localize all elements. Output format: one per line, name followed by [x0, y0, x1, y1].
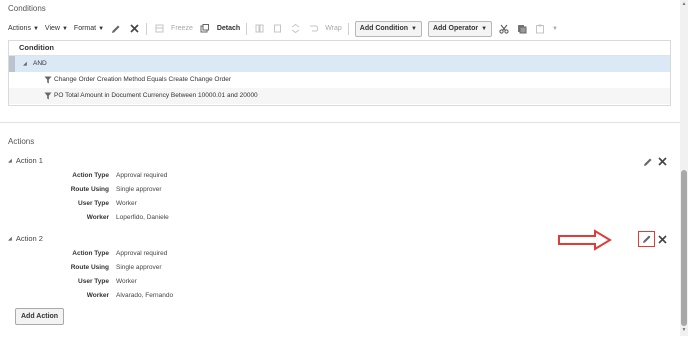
copy-icon[interactable] [516, 23, 528, 35]
close-icon[interactable] [657, 156, 668, 167]
caret-down-icon: ▼ [98, 25, 105, 32]
view-menu-label: View [44, 25, 60, 32]
action-type-value: Approval required [116, 250, 168, 257]
collapse-triangle-icon[interactable]: ◢ [23, 56, 27, 72]
table-row-and-operator[interactable]: ◢ AND [9, 56, 670, 72]
format-menu-label: Format [73, 25, 97, 32]
close-icon[interactable] [657, 234, 668, 245]
route-using-value: Single approver [116, 186, 162, 193]
route-using-label: Route Using [70, 186, 109, 193]
and-operator-label: AND [33, 60, 47, 67]
filter-icon [44, 92, 52, 100]
add-operator-label: Add Operator [432, 25, 479, 32]
table-row[interactable]: Change Order Creation Method Equals Crea… [9, 72, 670, 88]
action-1-header[interactable]: ◢ Action 1 [8, 156, 43, 165]
action-name: Action 1 [15, 156, 43, 165]
actions-menu-label: Actions [8, 25, 31, 32]
filter-icon [44, 76, 52, 84]
toolbar-divider [347, 22, 349, 35]
red-arrow-icon [558, 229, 612, 251]
wrap-icon [307, 23, 319, 35]
collapse-triangle-icon: ◢ [8, 157, 12, 164]
user-type-label: User Type [78, 200, 109, 207]
action-name: Action 2 [15, 234, 43, 243]
add-condition-label: Add Condition [359, 25, 409, 32]
route-using-label: Route Using [70, 264, 109, 271]
condition-text: PO Total Amount in Document Currency Bet… [54, 92, 258, 99]
add-condition-button[interactable]: Add Condition ▼ [354, 20, 422, 37]
pencil-icon[interactable] [110, 23, 122, 35]
caret-down-icon: ▼ [411, 25, 417, 32]
freeze-icon [153, 23, 165, 35]
detach-button[interactable]: Detach [217, 25, 240, 32]
section-divider [0, 122, 680, 123]
close-icon[interactable] [128, 23, 140, 35]
actions-menu[interactable]: Actions ▼ [8, 25, 39, 32]
expand-all-icon [289, 23, 301, 35]
caret-down-icon: ▼ [61, 25, 68, 32]
route-using-value: Single approver [116, 264, 162, 271]
caret-down-icon: ▼ [32, 25, 39, 32]
cut-icon[interactable] [498, 23, 510, 35]
paste-icon[interactable] [534, 23, 546, 35]
toolbar-divider [146, 22, 148, 35]
scroll-down-arrow-icon[interactable]: ▼ [681, 327, 687, 333]
pencil-icon[interactable] [642, 156, 653, 167]
view-menu[interactable]: View ▼ [45, 25, 68, 32]
page-footer-area [0, 336, 688, 363]
user-type-value: Worker [116, 278, 137, 285]
column-unfreeze-icon [271, 23, 283, 35]
freeze-button[interactable]: Freeze [171, 25, 193, 32]
collapse-triangle-icon: ◢ [8, 235, 12, 242]
conditions-toolbar: Actions ▼ View ▼ Format ▼ Freeze Detach [8, 20, 558, 37]
worker-label: Worker [86, 292, 109, 299]
row-selection-marker [9, 56, 15, 72]
rule-editor-page: Conditions Actions ▼ View ▼ Format ▼ Fre… [0, 0, 688, 363]
scroll-up-arrow-icon[interactable]: ▲ [681, 1, 687, 7]
add-action-button[interactable]: Add Action [15, 308, 65, 325]
action-2-header[interactable]: ◢ Action 2 [8, 234, 43, 243]
conditions-table: Condition ◢ AND Change Order Creation Me… [8, 40, 671, 106]
worker-value: Alvarado, Fernando [116, 292, 174, 299]
format-menu[interactable]: Format ▼ [74, 25, 104, 32]
table-row[interactable]: PO Total Amount in Document Currency Bet… [9, 88, 670, 104]
wrap-button[interactable]: Wrap [325, 25, 342, 32]
condition-column-header: Condition [9, 41, 670, 56]
action-type-label: Action Type [72, 172, 109, 179]
scrollbar-thumb[interactable] [681, 170, 687, 326]
paste-caret-down-icon[interactable]: ▼ [552, 26, 558, 32]
user-type-value: Worker [116, 200, 137, 207]
pencil-icon[interactable] [641, 233, 652, 244]
user-type-label: User Type [78, 278, 109, 285]
condition-text: Change Order Creation Method Equals Crea… [54, 76, 232, 83]
conditions-title: Conditions [8, 4, 46, 13]
caret-down-icon: ▼ [481, 25, 488, 32]
add-operator-button[interactable]: Add Operator ▼ [427, 20, 493, 37]
column-freeze-icon [253, 23, 265, 35]
actions-title: Actions [8, 137, 35, 146]
worker-value: Loperfido, Daniele [116, 214, 169, 221]
action-type-label: Action Type [72, 250, 109, 257]
worker-label: Worker [86, 214, 109, 221]
action-type-value: Approval required [116, 172, 168, 179]
detach-icon [199, 23, 211, 35]
toolbar-divider [246, 22, 248, 35]
